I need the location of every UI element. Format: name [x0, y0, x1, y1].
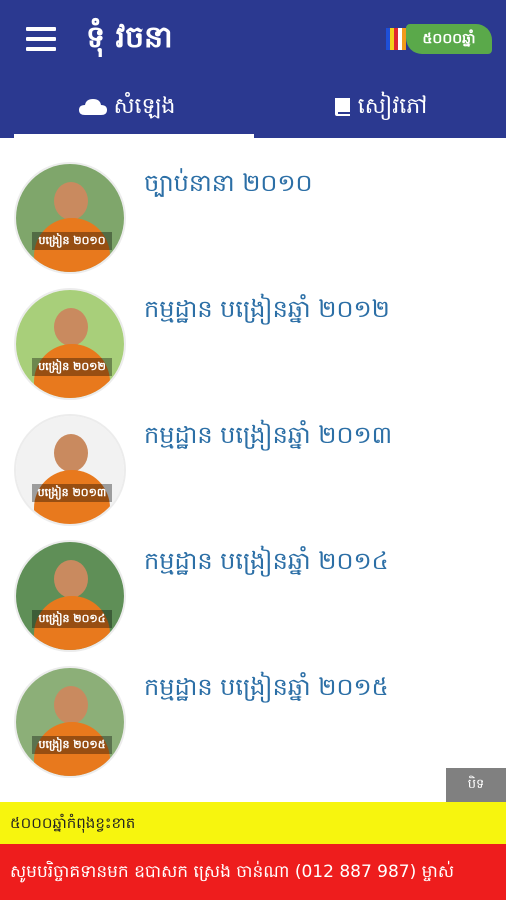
thumbnail-label: បង្រៀន ២០១២	[32, 358, 112, 376]
list-item-title: កម្មដ្ឋាន បង្រៀនឆ្នាំ ២០១៤	[144, 547, 389, 575]
list-item[interactable]: បង្រៀន ២០១០ ច្បាប់នានា ២០១០	[0, 138, 506, 274]
brand-logo: ៥០០០ឆ្នាំ	[386, 22, 492, 56]
ad-close-button[interactable]: បិទ	[446, 768, 506, 802]
thumbnail-label: បង្រៀន ២០១៤	[32, 610, 112, 628]
list-item[interactable]: បង្រៀន ២០១៤ កម្មដ្ឋាន បង្រៀនឆ្នាំ ២០១៤	[0, 516, 506, 652]
album-thumbnail: បង្រៀន ២០១៥	[14, 666, 126, 778]
brand-text: ៥០០០ឆ្នាំ	[406, 24, 492, 54]
hamburger-menu-icon[interactable]	[22, 24, 62, 56]
thumbnail-label: បង្រៀន ២០១៣	[32, 484, 112, 502]
album-thumbnail: បង្រៀន ២០១៤	[14, 540, 126, 652]
book-icon	[334, 98, 350, 116]
album-thumbnail: បង្រៀន ២០១០	[14, 162, 126, 274]
list-item[interactable]: បង្រៀន ២០១២ កម្មដ្ឋាន បង្រៀនឆ្នាំ ២០១២	[0, 264, 506, 400]
thumbnail-label: បង្រៀន ២០១៥	[32, 736, 112, 754]
album-list[interactable]: បង្រៀន ២០១០ ច្បាប់នានា ២០១០ បង្រៀន ២០១២ …	[0, 138, 506, 802]
album-thumbnail: បង្រៀន ២០១២	[14, 288, 126, 400]
ad-banner-yellow[interactable]: ៥០០០ឆ្នាំកំពុងខ្វះខាត	[0, 802, 506, 844]
thumbnail-label: បង្រៀន ២០១០	[32, 232, 112, 250]
list-item-title: កម្មដ្ឋាន បង្រៀនឆ្នាំ ២០១៥	[144, 673, 389, 701]
list-item[interactable]: បង្រៀន ២០១៥ កម្មដ្ឋាន បង្រៀនឆ្នាំ ២០១៥	[0, 642, 506, 778]
album-thumbnail: បង្រៀន ២០១៣	[14, 414, 126, 526]
tab-audio-label: សំឡេង	[113, 94, 176, 119]
app-bar: ទុំ វចនា ៥០០០ឆ្នាំ សំឡេង សៀវភៅ	[0, 0, 506, 138]
list-item-title: កម្មដ្ឋាន បង្រៀនឆ្នាំ ២០១៣	[144, 421, 393, 449]
tab-books-label: សៀវភៅ	[357, 94, 428, 119]
toolbar: ទុំ វចនា ៥០០០ឆ្នាំ	[0, 0, 506, 80]
cloud-icon	[78, 99, 107, 115]
app-title: ទុំ វចនា	[86, 20, 173, 55]
tab-books[interactable]: សៀវភៅ	[253, 80, 506, 138]
ad-banner-red[interactable]: សូមបរិច្ចាគទានមក ឧបាសក ស្រេង ចាន់ណា (012…	[0, 844, 506, 900]
list-item-title: កម្មដ្ឋាន បង្រៀនឆ្នាំ ២០១២	[144, 295, 390, 323]
list-item[interactable]: បង្រៀន ២០១៣ កម្មដ្ឋាន បង្រៀនឆ្នាំ ២០១៣	[0, 390, 506, 526]
tab-audio[interactable]: សំឡេង	[0, 80, 254, 138]
tab-bar: សំឡេង សៀវភៅ	[0, 80, 506, 138]
list-item-title: ច្បាប់នានា ២០១០	[144, 169, 313, 197]
buddhist-flag-icon	[386, 28, 408, 50]
